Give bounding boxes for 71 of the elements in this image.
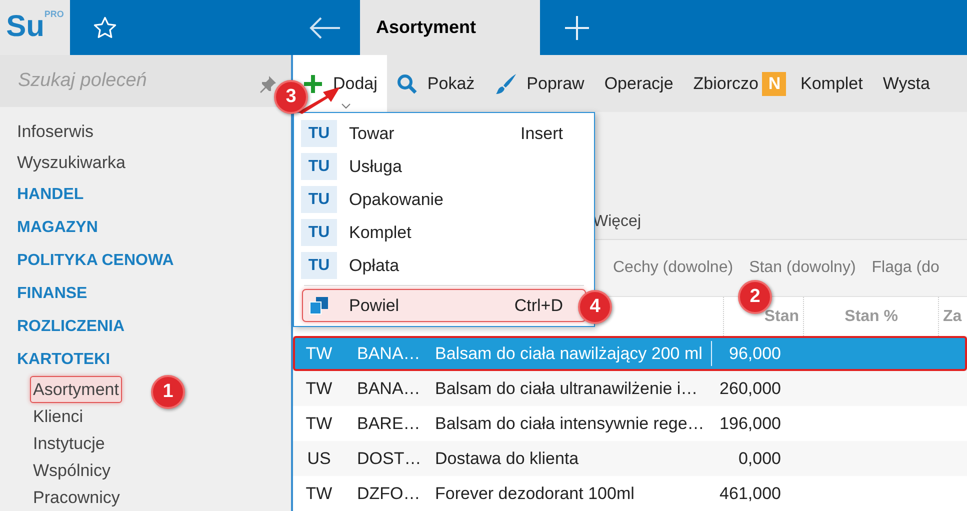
- search-icon: [397, 74, 418, 94]
- caret-icon: [341, 103, 351, 109]
- table-row[interactable]: TW BANA… Balsam do ciała ultranawilżenie i… 260,000: [293, 371, 967, 406]
- step-badge: 1: [151, 375, 185, 409]
- nav-item[interactable]: Instytucje: [30, 430, 108, 457]
- menu-item[interactable]: TU Opłata: [302, 249, 586, 282]
- nav-item[interactable]: Klienci: [30, 403, 86, 430]
- filter-dropdown[interactable]: Stan (dowolny): [749, 256, 856, 280]
- nav-section[interactable]: POLITYKA CENOWA: [17, 244, 174, 277]
- nav-link[interactable]: Infoserwis: [17, 116, 94, 147]
- nav-section[interactable]: HANDEL: [17, 178, 84, 211]
- nav-item[interactable]: Wspólnicy: [30, 457, 114, 484]
- new-tab-icon[interactable]: [564, 14, 590, 40]
- menu-item[interactable]: TU Towar Insert: [302, 117, 586, 150]
- plus-icon: [303, 74, 323, 94]
- table-cell-text: TW: [304, 342, 334, 365]
- table-cell-text: TW: [304, 482, 334, 505]
- table-cell-text: Balsam do ciała nawilżający 200 ml: [434, 342, 704, 365]
- table-cell-text: 196,000: [718, 412, 782, 435]
- star-icon[interactable]: [92, 14, 118, 40]
- type-icon: TU: [301, 120, 337, 147]
- nav-section[interactable]: MAGAZYN: [17, 211, 98, 244]
- table-cell-text: 461,000: [718, 482, 782, 505]
- new-badge: N: [762, 72, 786, 96]
- type-icon: TU: [301, 252, 337, 279]
- type-icon: TU: [301, 153, 337, 180]
- menu-item[interactable]: TU Usługa: [302, 150, 586, 183]
- table-cell-text: BANA…: [356, 342, 421, 365]
- table-cell-text: DZFO…: [356, 482, 421, 505]
- more-tab[interactable]: Więcej: [593, 210, 642, 234]
- type-icon: TU: [301, 219, 337, 246]
- toolbar-button[interactable]: Wysta: [872, 55, 940, 112]
- back-arrow-icon[interactable]: [309, 16, 341, 38]
- toolbar-button[interactable]: Popraw: [484, 55, 594, 112]
- table-cell-text: Dostawa do klienta: [434, 448, 580, 470]
- table-cell: 96,000: [711, 340, 785, 366]
- table-cell-text: US: [306, 448, 332, 470]
- toolbar-button[interactable]: Operacje: [594, 55, 684, 112]
- toolbar-button[interactable]: Komplet: [790, 55, 873, 112]
- filter-dropdown[interactable]: Cechy (dowolne): [613, 256, 734, 280]
- type-icon: TU: [301, 186, 337, 213]
- table-cell-text: TW: [304, 412, 334, 435]
- shortcut-label: Insert: [520, 122, 563, 145]
- nav-item[interactable]: Asortyment: [30, 376, 122, 403]
- nav-section[interactable]: FINANSE: [17, 277, 88, 310]
- duplicate-icon: [309, 296, 329, 314]
- table-cell-text: 0,000: [737, 448, 782, 470]
- menu-item[interactable]: TU Opakowanie: [302, 183, 586, 216]
- nav-item[interactable]: Pracownicy: [30, 484, 123, 511]
- nav-section[interactable]: ROZLICZENIA: [17, 310, 125, 343]
- nav-section[interactable]: KARTOTEKI: [17, 343, 110, 376]
- tab[interactable]: Asortyment: [360, 0, 540, 55]
- menu-item[interactable]: TU Komplet: [302, 216, 586, 249]
- table-row[interactable]: US DOST… Dostawa do klienta 0,000: [293, 441, 967, 476]
- pin-icon[interactable]: [259, 75, 277, 93]
- table-cell-text: TW: [304, 378, 334, 400]
- nav-link[interactable]: Wyszukiwarka: [17, 147, 126, 178]
- table-cell-text: 260,000: [718, 378, 782, 400]
- table-cell-text: Balsam do ciała intensywnie rege…: [434, 412, 706, 435]
- table-cell-text: BARE…: [356, 412, 421, 435]
- shortcut-label: Ctrl+D: [514, 294, 563, 317]
- brush-icon: [494, 72, 517, 94]
- filter-dropdown[interactable]: Flaga (do: [872, 256, 940, 280]
- table-cell-text: BANA…: [356, 378, 421, 400]
- toolbar-button[interactable]: Pokaż: [387, 55, 485, 112]
- table-row[interactable]: TW DZFO… Forever dezodorant 100ml 461,000: [293, 476, 967, 511]
- menu-item[interactable]: Powiel Ctrl+D: [302, 289, 586, 322]
- table-row[interactable]: TW BARE… Balsam do ciała intensywnie rege… 196,000: [293, 406, 967, 441]
- table-cell-text: Balsam do ciała ultranawilżenie i…: [434, 378, 699, 400]
- table-cell-text: Forever dezodorant 100ml: [434, 482, 636, 505]
- table-cell-text: DOST…: [356, 448, 421, 470]
